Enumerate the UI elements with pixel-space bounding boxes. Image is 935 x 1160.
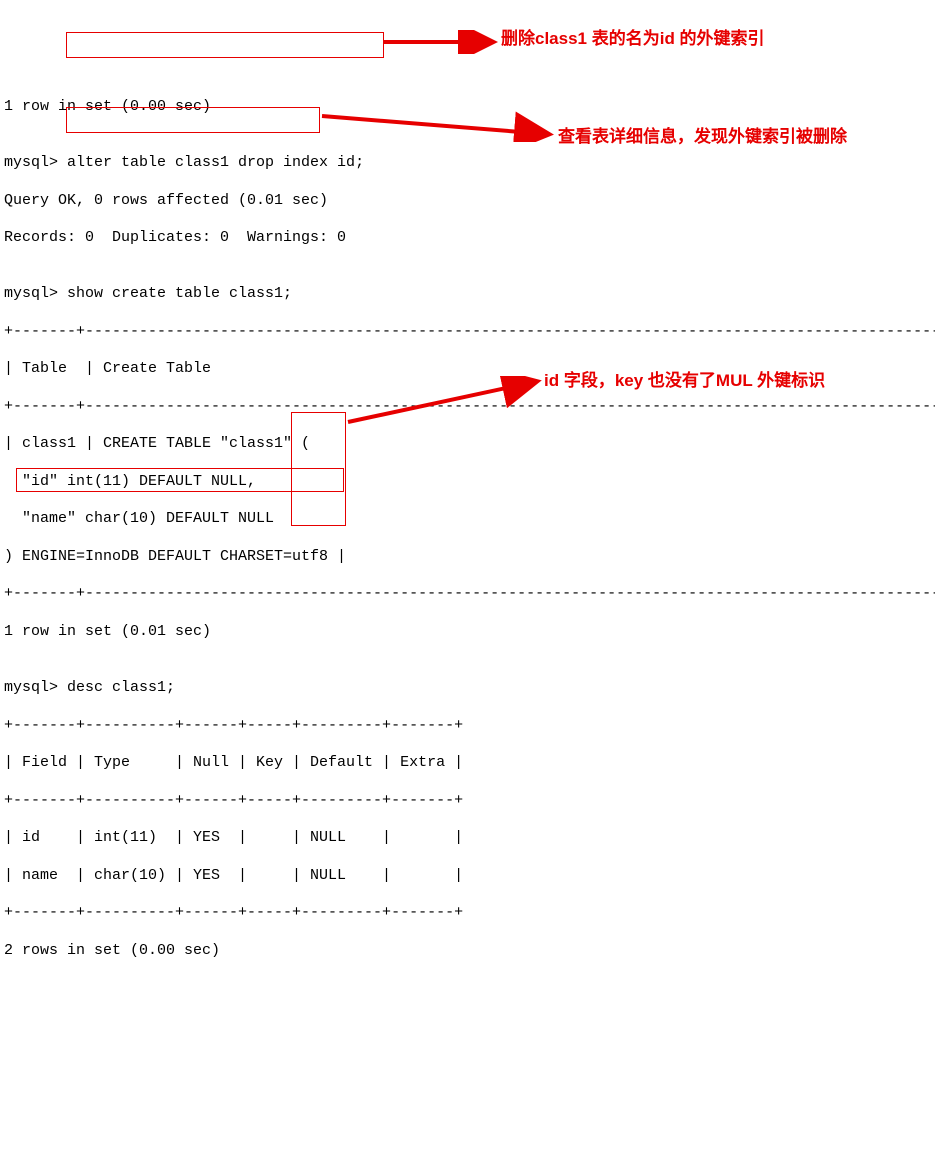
- mysql-prompt: mysql>: [4, 679, 67, 696]
- sql-command: show create table class1;: [67, 285, 292, 302]
- cmd-line-alter: mysql> alter table class1 drop index id;: [4, 154, 931, 173]
- annotation-2: 查看表详细信息，发现外键索引被删除: [558, 126, 847, 147]
- sql-command: alter table class1 drop index id;: [67, 154, 364, 171]
- highlight-box-alter-cmd: [66, 32, 384, 58]
- sql-command: desc class1;: [67, 679, 175, 696]
- output-line: +-------+----------+------+-----+-------…: [4, 904, 931, 923]
- output-line: +-------+----------+------+-----+-------…: [4, 792, 931, 811]
- output-line: | name | char(10) | YES | | NULL | |: [4, 867, 931, 886]
- annotation-1: 删除class1 表的名为id 的外键索引: [501, 28, 765, 49]
- output-line: | id | int(11) | YES | | NULL | |: [4, 829, 931, 848]
- output-line: +-------+----------+------+-----+-------…: [4, 717, 931, 736]
- terminal-output: 1 row in set (0.00 sec) mysql> alter tab…: [4, 79, 931, 979]
- output-line: 1 row in set (0.00 sec): [4, 98, 931, 117]
- cmd-line-desc: mysql> desc class1;: [4, 679, 931, 698]
- output-line: +-------+-------------------------------…: [4, 585, 931, 604]
- output-line: 1 row in set (0.01 sec): [4, 623, 931, 642]
- output-line: +-------+-------------------------------…: [4, 398, 931, 417]
- output-line: "id" int(11) DEFAULT NULL,: [4, 473, 931, 492]
- annotation-3: id 字段，key 也没有了MUL 外键标识: [544, 370, 825, 391]
- arrow-1: [382, 30, 502, 54]
- output-line: ) ENGINE=InnoDB DEFAULT CHARSET=utf8 |: [4, 548, 931, 567]
- output-line: 2 rows in set (0.00 sec): [4, 942, 931, 961]
- cmd-line-show: mysql> show create table class1;: [4, 285, 931, 304]
- output-line: | Field | Type | Null | Key | Default | …: [4, 754, 931, 773]
- mysql-prompt: mysql>: [4, 285, 67, 302]
- output-line: +-------+-------------------------------…: [4, 323, 931, 342]
- mysql-prompt: mysql>: [4, 154, 67, 171]
- output-line: | class1 | CREATE TABLE "class1" (: [4, 435, 931, 454]
- output-line: "name" char(10) DEFAULT NULL: [4, 510, 931, 529]
- output-line: Records: 0 Duplicates: 0 Warnings: 0: [4, 229, 931, 248]
- output-line: Query OK, 0 rows affected (0.01 sec): [4, 192, 931, 211]
